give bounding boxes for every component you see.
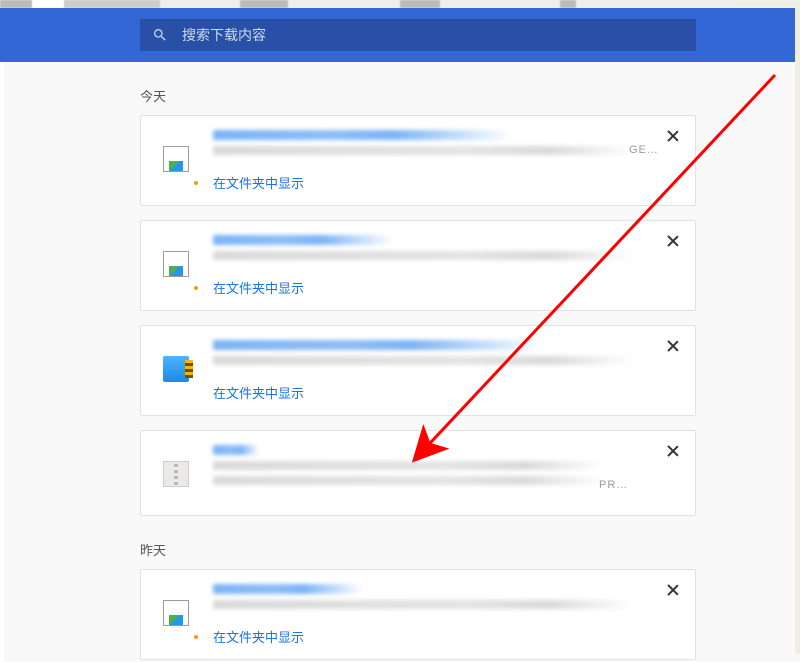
search-icon (152, 27, 168, 43)
remove-download-button[interactable] (665, 233, 681, 249)
image-file-icon (163, 146, 189, 172)
download-title[interactable] (213, 584, 363, 594)
image-file-icon (163, 251, 189, 277)
browser-tab-strip-hint (0, 0, 800, 8)
search-input[interactable] (182, 27, 684, 43)
download-url (213, 146, 633, 155)
show-in-folder-link[interactable]: 在文件夹中显示 (213, 173, 304, 192)
downloads-page: 今天GE…在文件夹中显示在文件夹中显示在文件夹中显示PR…昨天在文件夹中显示 (0, 62, 795, 662)
download-title[interactable] (213, 445, 259, 455)
remove-download-button[interactable] (665, 128, 681, 144)
remove-download-button[interactable] (665, 443, 681, 459)
download-url-suffix: PR… (599, 479, 628, 491)
download-url-line2 (213, 476, 603, 485)
download-url (213, 251, 633, 260)
section-label: 昨天 (140, 540, 795, 559)
remove-download-button[interactable] (665, 338, 681, 354)
download-item: GE… 在文件夹中显示 (140, 115, 696, 206)
show-in-folder-link[interactable]: 在文件夹中显示 (213, 278, 304, 297)
download-title[interactable] (213, 235, 393, 245)
show-in-folder-link[interactable]: 在文件夹中显示 (213, 383, 304, 402)
search-box[interactable] (140, 19, 696, 51)
remove-download-button[interactable] (665, 582, 681, 598)
section-label: 今天 (140, 86, 795, 105)
download-url (213, 461, 603, 470)
download-url-suffix: GE… (629, 144, 659, 156)
download-title[interactable] (213, 130, 513, 140)
download-item: PR… (140, 430, 696, 516)
archive-icon (163, 461, 189, 487)
download-url (213, 600, 633, 609)
download-title[interactable] (213, 340, 543, 350)
download-item: 在文件夹中显示 (140, 220, 696, 311)
image-file-icon (163, 600, 189, 626)
download-url (213, 356, 633, 365)
right-edge (795, 8, 800, 654)
downloads-header (0, 8, 795, 62)
show-in-folder-link[interactable]: 在文件夹中显示 (213, 627, 304, 646)
download-item: 在文件夹中显示 (140, 569, 696, 660)
left-edge (0, 62, 4, 662)
zip-icon (163, 356, 189, 382)
download-item: 在文件夹中显示 (140, 325, 696, 416)
